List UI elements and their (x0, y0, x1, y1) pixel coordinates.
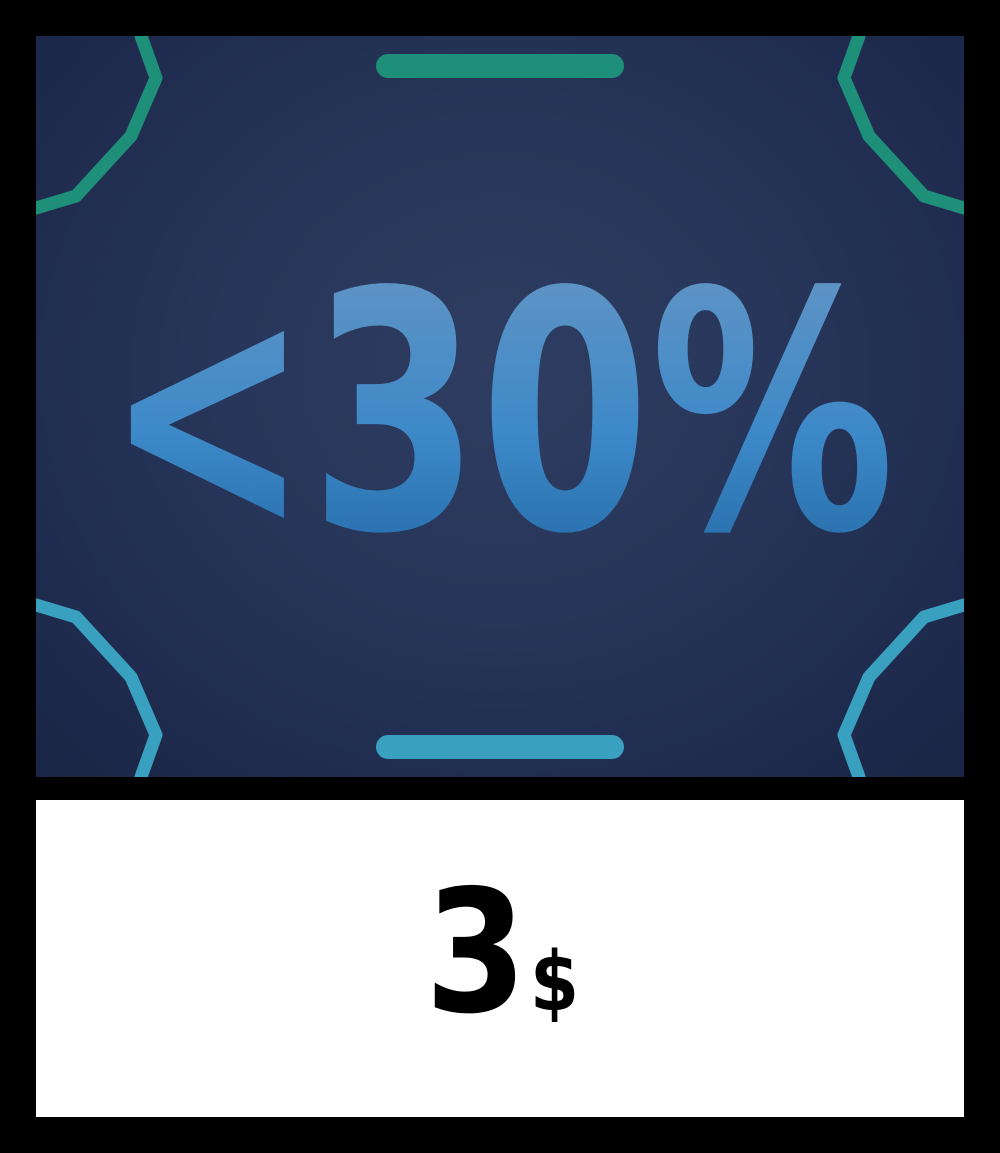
price-panel: 3 $ (36, 800, 964, 1117)
discount-artwork: <30% (36, 36, 964, 777)
discount-badge-text: <30% (105, 222, 895, 606)
corner-bracket-bottom-left (36, 598, 163, 777)
corner-bracket-top-right (837, 36, 964, 215)
currency-symbol: $ (529, 934, 579, 1030)
offer-card[interactable]: <30% 3 $ (0, 0, 1000, 1153)
corner-bracket-top-left (36, 36, 163, 215)
price-display: 3 $ (36, 800, 964, 1117)
corner-bracket-bottom-right (837, 598, 964, 777)
price-amount: 3 (425, 853, 527, 1052)
discount-art-panel: <30% (36, 36, 964, 777)
